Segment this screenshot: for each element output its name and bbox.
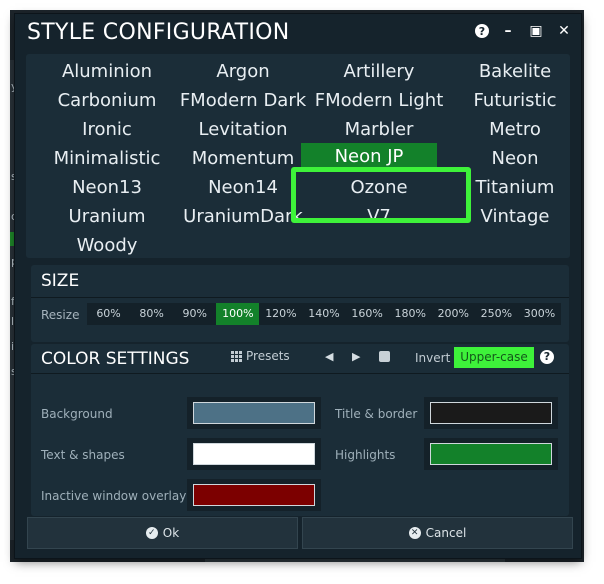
highlights-label: Highlights: [335, 448, 396, 462]
uppercase-toggle[interactable]: Upper-case: [454, 347, 534, 368]
style-item[interactable]: Carbonium: [39, 87, 175, 115]
style-item[interactable]: Neon14: [175, 174, 311, 202]
text-shapes-label: Text & shapes: [41, 448, 125, 462]
style-item[interactable]: Minimalistic: [39, 145, 175, 173]
style-item[interactable]: Titanium: [447, 174, 583, 202]
style-item[interactable]: Levitation: [175, 116, 311, 144]
color-help-icon[interactable]: ?: [540, 350, 554, 364]
style-item[interactable]: FModern Light: [311, 87, 447, 115]
resize-option[interactable]: 80%: [130, 303, 173, 325]
maximize-icon[interactable]: ▣: [527, 22, 545, 40]
minimize-icon[interactable]: –: [499, 22, 517, 40]
style-configuration-dialog: STYLE CONFIGURATION ? – ▣ ✕ Woody Vintage…: [15, 14, 581, 558]
next-preset-icon[interactable]: ▶: [352, 350, 360, 363]
resize-option[interactable]: 250%: [475, 303, 518, 325]
style-item[interactable]: Ironic: [39, 116, 175, 144]
text-shapes-color-field[interactable]: [187, 438, 321, 470]
resize-option[interactable]: 100%: [216, 303, 260, 325]
resize-option[interactable]: 60%: [87, 303, 130, 325]
check-icon: ✓: [145, 527, 158, 539]
inactive-overlay-color-field[interactable]: [187, 479, 321, 511]
style-item[interactable]: Neon: [447, 145, 583, 173]
style-item[interactable]: Vintage: [447, 203, 583, 231]
cancel-label: Cancel: [425, 526, 467, 540]
title-border-label: Title & border: [335, 407, 418, 421]
style-item[interactable]: Neon13: [39, 174, 175, 202]
background-app-letter: i: [11, 340, 15, 353]
styles-list-panel: Woody Vintage V7 UraniumDark Uranium Titanium…: [26, 54, 570, 258]
title-bar[interactable]: STYLE CONFIGURATION ? – ▣ ✕: [15, 14, 581, 52]
style-item[interactable]: UraniumDark: [175, 203, 311, 231]
background-color-field[interactable]: [187, 397, 321, 429]
style-item[interactable]: Aluminion: [39, 58, 175, 86]
inactive-overlay-label: Inactive window overlay: [41, 489, 187, 503]
resize-option[interactable]: 200%: [432, 303, 475, 325]
style-item[interactable]: Uranium: [39, 203, 175, 231]
resize-label: Resize: [41, 308, 80, 322]
highlights-color-swatch: [430, 443, 552, 465]
resize-options: 60% 80% 90% 100% 120% 140% 160% 180% 200% 250% 300…: [87, 303, 561, 325]
style-item[interactable]: Woody: [39, 232, 175, 260]
help-icon[interactable]: ?: [475, 24, 489, 38]
text-shapes-color-swatch: [193, 443, 315, 465]
close-icon[interactable]: ✕: [555, 22, 573, 40]
style-item[interactable]: Metro: [447, 116, 583, 144]
style-item[interactable]: Bakelite: [447, 58, 583, 86]
style-item[interactable]: Marbler: [311, 116, 447, 144]
background-label: Background: [41, 407, 113, 421]
cancel-button[interactable]: ✕ Cancel: [302, 517, 573, 549]
ok-button[interactable]: ✓ Ok: [27, 517, 298, 549]
inactive-overlay-color-swatch: [193, 484, 315, 506]
background-app-letter: l: [11, 315, 15, 328]
ok-label: Ok: [162, 526, 180, 540]
presets-button[interactable]: Presets: [231, 349, 290, 363]
style-item[interactable]: Futuristic: [447, 87, 583, 115]
resize-option[interactable]: 180%: [389, 303, 432, 325]
style-item[interactable]: V7: [311, 203, 447, 231]
presets-label: Presets: [246, 349, 290, 363]
style-item[interactable]: Artillery: [311, 58, 447, 86]
background-color-swatch: [193, 402, 315, 424]
highlights-color-field[interactable]: [424, 438, 558, 470]
grid-icon: [231, 350, 242, 362]
invert-button[interactable]: Invert: [415, 351, 450, 365]
style-item[interactable]: Momentum: [175, 145, 311, 173]
resize-option[interactable]: 120%: [259, 303, 302, 325]
resize-option[interactable]: 140%: [302, 303, 345, 325]
cancel-x-icon: ✕: [408, 527, 421, 539]
style-item[interactable]: Ozone: [311, 174, 447, 202]
size-panel: SIZE Resize 60% 80% 90% 100% 120% 140% 160% 180…: [31, 265, 569, 342]
style-item[interactable]: Argon: [175, 58, 311, 86]
color-settings-title: COLOR SETTINGS: [41, 349, 190, 369]
dialog-title: STYLE CONFIGURATION: [27, 20, 290, 45]
previous-preset-icon[interactable]: ◀: [325, 350, 333, 363]
color-settings-panel: COLOR SETTINGS Presets ◀ ▶ Invert Upper-…: [31, 344, 569, 516]
title-border-color-field[interactable]: [424, 397, 558, 429]
resize-option[interactable]: 300%: [518, 303, 561, 325]
style-item[interactable]: Neon JP: [301, 143, 437, 171]
title-border-color-swatch: [430, 402, 552, 424]
size-panel-title: SIZE: [41, 271, 80, 291]
style-item[interactable]: FModern Dark: [175, 87, 311, 115]
resize-option[interactable]: 90%: [173, 303, 216, 325]
random-dice-icon[interactable]: [379, 351, 390, 362]
resize-option[interactable]: 160%: [346, 303, 389, 325]
